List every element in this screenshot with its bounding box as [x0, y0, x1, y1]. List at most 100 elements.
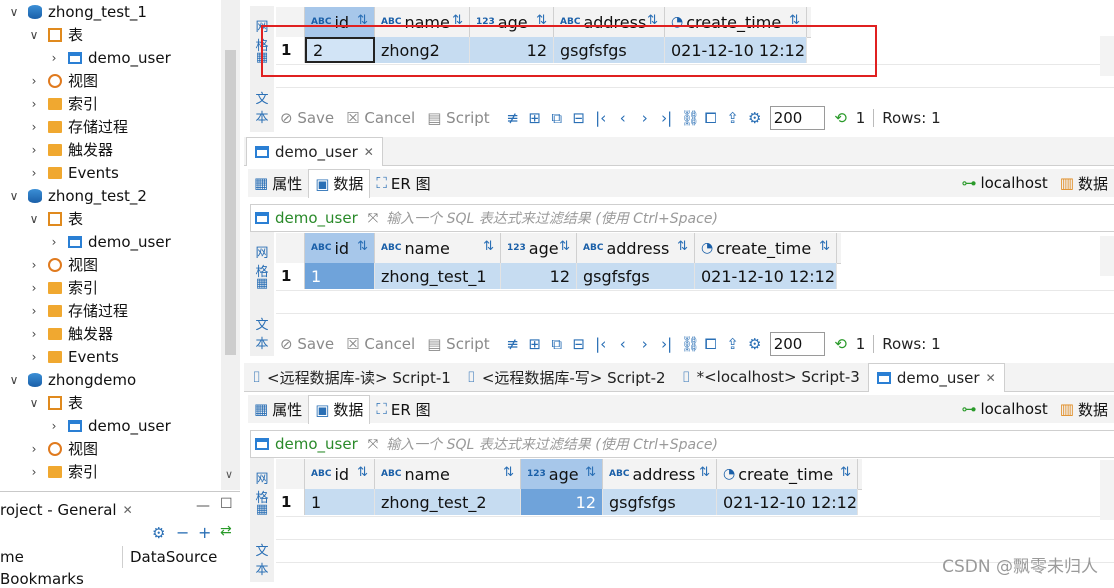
tree-item[interactable]: › demo_user	[0, 46, 171, 69]
add-row-icon[interactable]: ⊞	[527, 335, 543, 353]
cell-address[interactable]: gsgfsfgs	[577, 263, 695, 289]
link-icon[interactable]: ⛓	[681, 335, 700, 353]
grid-icon[interactable]: ▦	[252, 502, 272, 517]
sort-filter-icon[interactable]: ⇅	[819, 239, 830, 254]
chevron-down-icon[interactable]: ∨	[8, 373, 20, 387]
tab-demo-user[interactable]: demo_user ✕	[246, 136, 383, 166]
project-tab[interactable]: roject - General ✕	[0, 494, 133, 526]
connection-selector[interactable]: ⊶ localhost	[955, 169, 1053, 197]
column-header-name[interactable]: ABC name ⇅	[375, 233, 501, 263]
prev-icon[interactable]: ‹	[615, 335, 631, 353]
tree-item[interactable]: › 索引	[0, 276, 98, 299]
script-button[interactable]: ▤ Script	[427, 335, 489, 353]
tree-item[interactable]: ∨ 表	[0, 207, 83, 230]
cell-name[interactable]: zhong_test_1	[375, 263, 501, 289]
settings-gear-icon[interactable]: ⚙	[152, 524, 165, 542]
filter-input[interactable]: 输入一个 SQL 表达式来过滤结果 (使用 Ctrl+Space)	[386, 434, 718, 454]
text-view-tab[interactable]: 文本	[252, 540, 272, 578]
sort-filter-icon[interactable]: ⇅	[357, 239, 368, 254]
grid3-row[interactable]: 11zhong_test_212gsgfsfgs021-12-10 12:12:…	[276, 489, 1114, 515]
close-icon[interactable]: ✕	[123, 503, 133, 517]
edit-row-icon[interactable]: ≢	[505, 335, 521, 353]
panels-icon[interactable]: ⧠	[703, 335, 719, 353]
copy-row-icon[interactable]: ⧉	[549, 109, 565, 127]
settings-gear-icon[interactable]: ⚙	[747, 335, 763, 353]
panels-icon[interactable]: ⧠	[703, 109, 719, 127]
row-number[interactable]: 1	[276, 489, 305, 515]
delete-row-icon[interactable]: ⊟	[571, 335, 587, 353]
filter-input[interactable]: 输入一个 SQL 表达式来过滤结果 (使用 Ctrl+Space)	[386, 208, 718, 228]
column-header-id[interactable]: ABC id ⇅	[305, 459, 375, 489]
chevron-right-icon[interactable]: ›	[28, 350, 40, 364]
chevron-right-icon[interactable]: ›	[28, 258, 40, 272]
first-page-icon[interactable]: |‹	[593, 335, 609, 353]
subtab-data[interactable]: ▣ 数据	[308, 168, 371, 198]
cell-address[interactable]: gsgfsfgs	[603, 489, 717, 515]
delete-row-icon[interactable]: ⊟	[571, 109, 587, 127]
tree-item[interactable]: › 存储过程	[0, 115, 128, 138]
chevron-right-icon[interactable]: ›	[28, 74, 40, 88]
cancel-button[interactable]: ☒ Cancel	[346, 109, 415, 127]
subtab-data[interactable]: ▣ 数据	[308, 394, 371, 424]
grid-icon[interactable]: ▦	[252, 276, 272, 291]
sort-filter-icon[interactable]: ⇅	[503, 465, 514, 480]
tree-item[interactable]: › Events	[0, 345, 119, 368]
column-header-age[interactable]: 123 age ⇅	[501, 233, 577, 263]
settings-gear-icon[interactable]: ⚙	[747, 109, 763, 127]
filter-expand-icon[interactable]: ⤧	[368, 211, 378, 226]
column-header-id[interactable]: ABC id ⇅	[305, 233, 375, 263]
chevron-right-icon[interactable]: ›	[28, 97, 40, 111]
grid-view-tab[interactable]: 网格	[252, 242, 272, 280]
chevron-down-icon[interactable]: ∨	[8, 5, 20, 19]
chevron-right-icon[interactable]: ›	[48, 51, 60, 65]
bookmarks-item[interactable]: Bookmarks	[0, 570, 84, 588]
next-icon[interactable]: ›	[637, 335, 653, 353]
cancel-button[interactable]: ☒ Cancel	[346, 335, 415, 353]
chevron-right-icon[interactable]: ›	[28, 166, 40, 180]
tree-item[interactable]: › 索引	[0, 92, 98, 115]
cell-create_time[interactable]: 021-12-10 12:12:12	[717, 489, 858, 515]
tree-item[interactable]: ∨ 表	[0, 23, 83, 46]
cell-name[interactable]: zhong_test_2	[375, 489, 521, 515]
sort-filter-icon[interactable]: ⇅	[699, 465, 710, 480]
navigator-scrollbar[interactable]: ∨	[221, 0, 240, 490]
export-icon[interactable]: ⇪	[725, 109, 741, 127]
tree-item[interactable]: › demo_user	[0, 230, 171, 253]
column-header-address[interactable]: ABC address ⇅	[603, 459, 717, 489]
link-icon[interactable]: ⇄	[220, 523, 232, 539]
link-icon[interactable]: ⛓	[681, 109, 700, 127]
text-view-tab[interactable]: 文本	[252, 314, 272, 352]
chevron-right-icon[interactable]: ›	[28, 143, 40, 157]
sort-filter-icon[interactable]: ⇅	[677, 239, 688, 254]
tab-demo-user[interactable]: demo_user ✕	[867, 362, 1005, 392]
subtab-properties[interactable]: ▦ 属性	[248, 395, 308, 423]
row-number[interactable]: 1	[276, 263, 305, 289]
column-header-age[interactable]: 123 age ⇅	[521, 459, 603, 489]
chevron-down-icon[interactable]: ∨	[8, 189, 20, 203]
chevron-right-icon[interactable]: ›	[28, 465, 40, 479]
minimize-icon[interactable]: —	[196, 498, 210, 514]
sort-filter-icon[interactable]: ⇅	[357, 465, 368, 480]
tree-item[interactable]: › Events	[0, 161, 119, 184]
filter-expand-icon[interactable]: ⤧	[368, 437, 378, 452]
first-page-icon[interactable]: |‹	[593, 109, 609, 127]
tab-script-2[interactable]: ⌷ <远程数据库-写> Script-2	[459, 363, 674, 391]
tree-item[interactable]: › 索引	[0, 460, 98, 483]
refresh-icon[interactable]: ⟲	[833, 109, 849, 127]
export-icon[interactable]: ⇪	[725, 335, 741, 353]
tree-item[interactable]: › demo_user	[0, 414, 171, 437]
copy-row-icon[interactable]: ⧉	[549, 335, 565, 353]
column-header-create_time[interactable]: ◔ create_time ⇅	[695, 233, 837, 263]
chevron-right-icon[interactable]: ›	[28, 281, 40, 295]
subtab-properties[interactable]: ▦ 属性	[248, 169, 308, 197]
tree-item[interactable]: › 触发器	[0, 138, 113, 161]
chevron-right-icon[interactable]: ›	[28, 304, 40, 318]
collapse-icon[interactable]: −	[176, 523, 189, 542]
subtab-er-diagram[interactable]: ⛶ ER 图	[370, 169, 436, 197]
tree-item[interactable]: ∨ zhongdemo	[0, 368, 137, 391]
cell-id[interactable]: 1	[305, 263, 375, 289]
cell-create_time[interactable]: 021-12-10 12:12:12	[695, 263, 837, 289]
close-icon[interactable]: ✕	[986, 371, 996, 385]
database-selector[interactable]: ▥ 数据	[1054, 169, 1114, 197]
tree-item[interactable]: ∨ 表	[0, 391, 83, 414]
